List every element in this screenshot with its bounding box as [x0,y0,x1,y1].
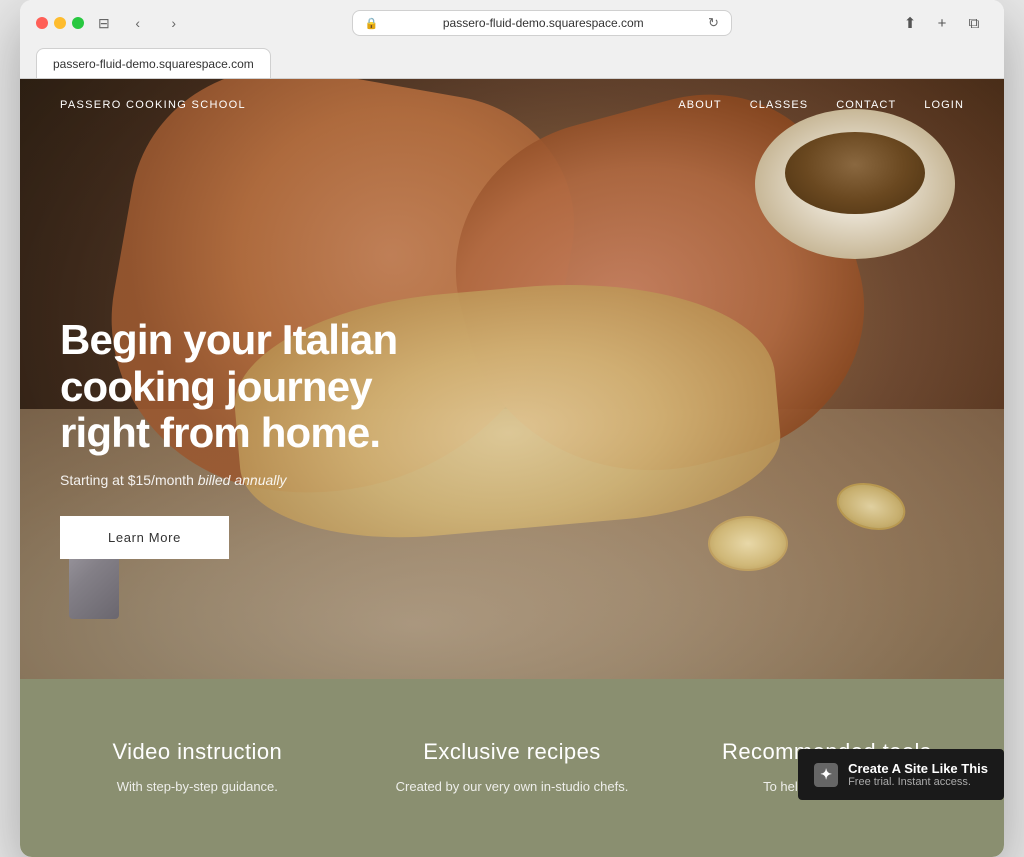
address-bar-container: 🔒 passero-fluid-demo.squarespace.com ↻ [196,10,888,36]
lock-icon: 🔒 [365,17,379,30]
squarespace-logo-icon: ✦ [814,763,838,787]
hero-subtitle: Starting at $15/month billed annually [60,472,460,488]
browser-toolbar: ⊟ ‹ › 🔒 passero-fluid-demo.squarespace.c… [36,10,988,36]
nav-links: ABOUT CLASSES CONTACT LOGIN [678,99,964,111]
browser-window: ⊟ ‹ › 🔒 passero-fluid-demo.squarespace.c… [20,0,1004,857]
nav-link-login[interactable]: LOGIN [924,99,964,111]
nav-link-contact[interactable]: CONTACT [836,99,896,111]
reload-icon[interactable]: ↻ [708,15,719,31]
hero-content: Begin your Italian cooking journey right… [60,317,460,559]
back-button[interactable]: ‹ [124,12,152,34]
tab-label: passero-fluid-demo.squarespace.com [53,57,254,71]
site-logo: PASSERO COOKING SCHOOL [60,99,246,111]
maximize-button[interactable] [72,17,84,29]
hero-subtitle-static: Starting at $15/month [60,472,198,488]
hero-subtitle-italic: billed annually [198,472,287,488]
learn-more-button[interactable]: Learn More [60,516,229,559]
url-text: passero-fluid-demo.squarespace.com [385,16,702,30]
squarespace-badge[interactable]: ✦ Create A Site Like This Free trial. In… [798,749,1004,800]
active-tab[interactable]: passero-fluid-demo.squarespace.com [36,48,271,78]
traffic-lights [36,17,84,29]
nav-link-classes[interactable]: CLASSES [750,99,808,111]
feature-item-recipes: Exclusive recipes Created by our very ow… [375,739,650,797]
minimize-button[interactable] [54,17,66,29]
bowl-decoration [755,109,955,259]
browser-actions: ⬆ + ⧉ [896,12,988,34]
ravioli-decoration-2 [831,476,910,538]
feature-item-video: Video instruction With step-by-step guid… [60,739,335,797]
feature-desc-recipes: Created by our very own in-studio chefs. [396,777,629,797]
sidebar-toggle-button[interactable]: ⊟ [92,13,116,34]
feature-title-video: Video instruction [112,739,282,765]
feature-desc-video: With step-by-step guidance. [117,777,278,797]
hero-title: Begin your Italian cooking journey right… [60,317,460,456]
new-tab-button[interactable]: + [928,12,956,34]
hero-section: PASSERO COOKING SCHOOL ABOUT CLASSES CON… [20,79,1004,679]
browser-chrome: ⊟ ‹ › 🔒 passero-fluid-demo.squarespace.c… [20,0,1004,79]
feature-title-recipes: Exclusive recipes [423,739,600,765]
close-button[interactable] [36,17,48,29]
address-bar[interactable]: 🔒 passero-fluid-demo.squarespace.com ↻ [352,10,732,36]
forward-button[interactable]: › [160,12,188,34]
share-button[interactable]: ⬆ [896,12,924,34]
badge-text: Create A Site Like This Free trial. Inst… [848,761,988,788]
browser-tabs: passero-fluid-demo.squarespace.com [36,48,988,78]
nav-link-about[interactable]: ABOUT [678,99,721,111]
navigation: PASSERO COOKING SCHOOL ABOUT CLASSES CON… [20,79,1004,131]
badge-main-text: Create A Site Like This [848,761,988,776]
ravioli-decoration-1 [708,516,788,571]
badge-sub-text: Free trial. Instant access. [848,776,988,788]
tab-overview-button[interactable]: ⧉ [960,12,988,34]
website: PASSERO COOKING SCHOOL ABOUT CLASSES CON… [20,79,1004,857]
